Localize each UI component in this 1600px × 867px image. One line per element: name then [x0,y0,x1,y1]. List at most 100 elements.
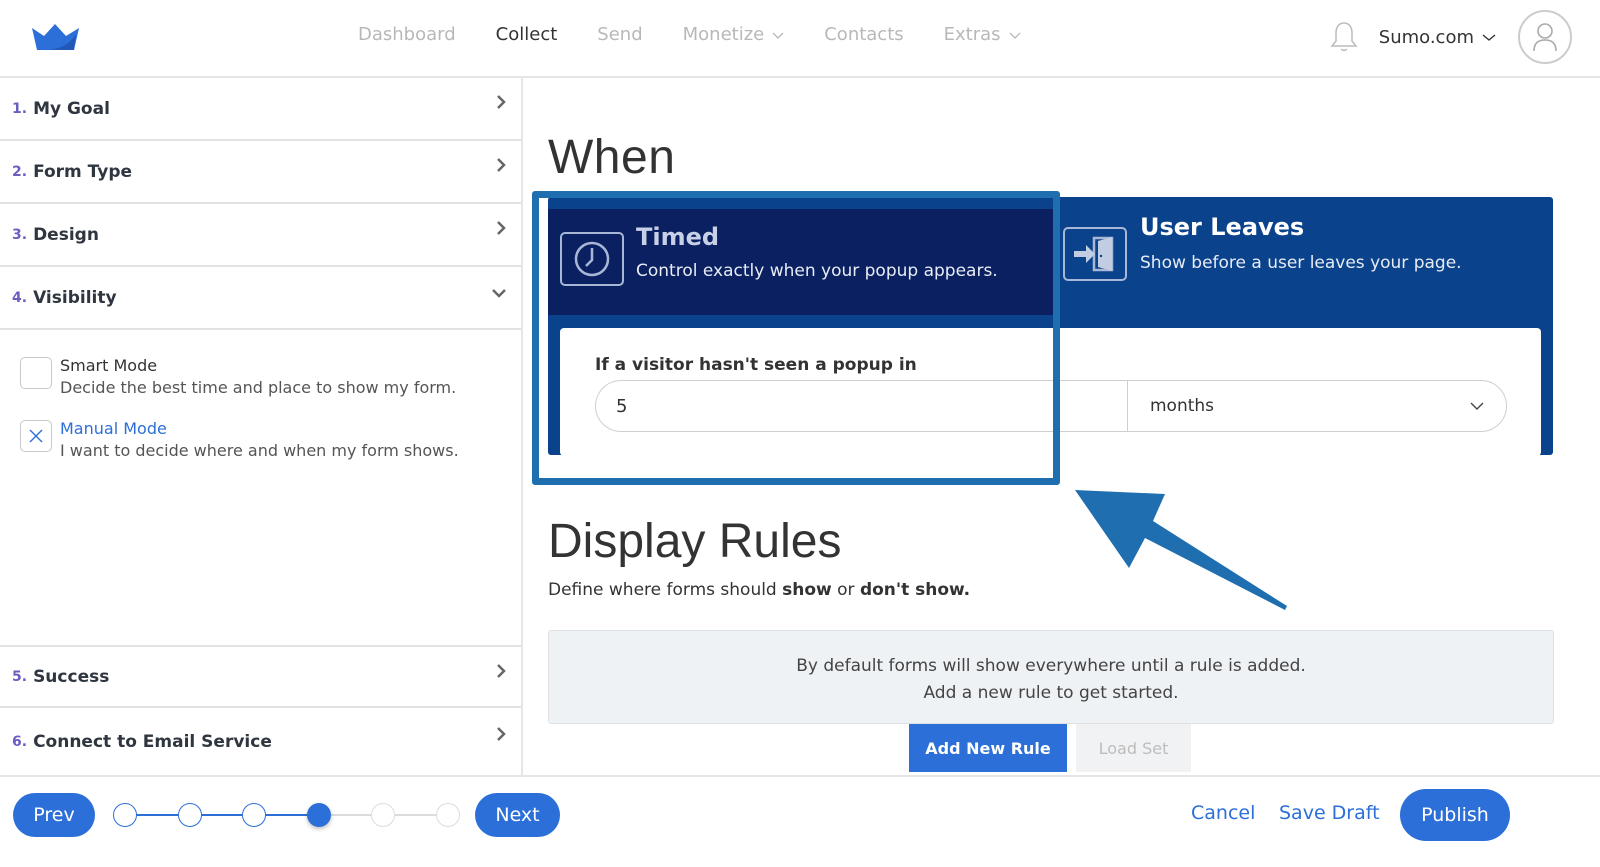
sidebar-step-form-type[interactable]: 2. Form Type [0,141,521,204]
frequency-value: 5 [616,395,628,417]
frequency-value-input[interactable]: 5 [595,380,1127,432]
annotation-arrow-icon [1075,490,1287,610]
save-draft-button[interactable]: Save Draft [1279,802,1380,824]
step-number: 1. [12,100,28,117]
sidebar-step-design[interactable]: 3. Design [0,204,521,267]
rules-empty-state: By default forms will show everywhere un… [548,630,1554,724]
nav-dashboard-label: Dashboard [358,24,456,45]
nav-send[interactable]: Send [597,24,642,45]
chevron-right-icon [497,727,506,741]
chevron-down-icon [1470,402,1484,410]
when-heading: When [548,131,676,184]
publish-button[interactable]: Publish [1400,789,1510,841]
progress-step-dot[interactable] [306,803,331,827]
chevron-down-icon [492,289,506,298]
trigger-option-timed[interactable]: Timed Control exactly when your popup ap… [548,209,1053,315]
top-navigation-bar: Dashboard Collect Send Monetize Contacts… [0,0,1600,78]
main-nav: Dashboard Collect Send Monetize Contacts… [358,24,1061,45]
progress-step-dot[interactable] [113,803,137,827]
nav-extras-label: Extras [943,24,1001,45]
step-label: Success [33,666,110,687]
close-x-icon [29,429,43,443]
sidebar-step-success[interactable]: 5. Success [0,645,521,708]
nav-send-label: Send [597,24,643,45]
step-number: 2. [12,163,28,180]
manual-mode-title: Manual Mode [60,419,167,438]
step-label: Form Type [33,161,133,182]
account-name: Sumo.com [1378,26,1474,48]
main-content: When Timed Control exactly when your pop… [525,78,1600,775]
subtitle-show: show [782,580,832,600]
frequency-card: If a visitor hasn't seen a popup in 5 mo… [560,328,1541,456]
empty-state-line-1: By default forms will show everywhere un… [796,656,1306,676]
clock-icon-frame [560,232,624,286]
step-number: 6. [12,733,28,750]
progress-step-dot[interactable] [242,803,266,827]
crown-logo-icon[interactable] [32,24,80,52]
sidebar-step-connect-email[interactable]: 6. Connect to Email Service [0,710,521,773]
step-number: 5. [12,668,28,685]
add-new-rule-button[interactable]: Add New Rule [909,724,1067,772]
cancel-button[interactable]: Cancel [1191,802,1255,824]
frequency-unit: months [1150,396,1215,416]
manual-mode-checkbox[interactable] [20,420,52,452]
sidebar-step-visibility[interactable]: 4. Visibility [0,267,521,330]
manual-mode-desc: I want to decide where and when my form … [60,441,459,460]
account-area: Sumo.com [1329,10,1572,64]
step-number: 3. [12,226,28,243]
nav-contacts[interactable]: Contacts [824,24,903,45]
steps-sidebar: 1. My Goal 2. Form Type 3. Design 4. Vis… [0,78,523,775]
smart-mode-checkbox[interactable] [20,357,52,389]
nav-extras[interactable]: Extras [944,24,1021,45]
subtitle-dont-show: don't show. [859,580,971,600]
progress-step-dot[interactable] [177,803,202,827]
chevron-down-icon [1482,34,1496,41]
trigger-desc: Control exactly when your popup appears. [636,261,998,281]
exit-door-icon [1074,236,1114,272]
manual-mode-option[interactable]: Manual Mode I want to decide where and w… [20,418,459,462]
trigger-title: Timed [636,223,720,251]
chevron-right-icon [497,664,506,678]
chevron-down-icon [772,32,784,39]
display-rules-heading: Display Rules [548,515,842,568]
load-set-button[interactable]: Load Set [1076,724,1191,772]
subtitle-or: or [831,580,860,600]
nav-monetize[interactable]: Monetize [683,24,785,45]
user-icon [1533,23,1557,52]
nav-monetize-label: Monetize [682,24,765,45]
smart-mode-desc: Decide the best time and place to show m… [60,378,457,397]
chevron-right-icon [497,221,506,235]
exit-icon-frame [1063,227,1127,281]
progress-step-dot[interactable] [435,803,460,827]
trigger-option-user-leaves[interactable]: User Leaves Show before a user leaves yo… [1053,197,1553,315]
trigger-title: User Leaves [1140,213,1305,241]
clock-icon [574,241,610,277]
next-button[interactable]: Next [475,793,560,837]
frequency-label: If a visitor hasn't seen a popup in [595,355,917,375]
smart-mode-option[interactable]: Smart Mode Decide the best time and plac… [20,355,456,399]
nav-dashboard[interactable]: Dashboard [358,24,456,45]
progress-step-dot[interactable] [371,803,395,827]
prev-button[interactable]: Prev [13,793,95,837]
step-progress [112,803,462,827]
step-label: Design [33,224,99,245]
bell-icon[interactable] [1329,20,1359,54]
smart-mode-title: Smart Mode [60,356,158,375]
nav-collect-label: Collect [495,24,558,45]
chevron-right-icon [497,158,506,172]
step-label: My Goal [33,98,110,119]
nav-contacts-label: Contacts [824,24,904,45]
account-dropdown[interactable]: Sumo.com [1379,27,1496,48]
avatar[interactable] [1518,10,1572,64]
frequency-unit-select[interactable]: months [1127,380,1507,432]
step-number: 4. [12,289,28,306]
empty-state-line-2: Add a new rule to get started. [923,683,1179,703]
chevron-down-icon [1009,32,1021,39]
step-label: Connect to Email Service [33,731,272,752]
subtitle-text: Define where forms should [548,580,783,600]
bottom-action-bar: Prev Next Cancel Save Draft Publish [0,775,1600,867]
sidebar-step-my-goal[interactable]: 1. My Goal [0,78,521,141]
trigger-panel: Timed Control exactly when your popup ap… [548,197,1553,456]
nav-collect[interactable]: Collect [496,24,558,45]
chevron-right-icon [497,95,506,109]
